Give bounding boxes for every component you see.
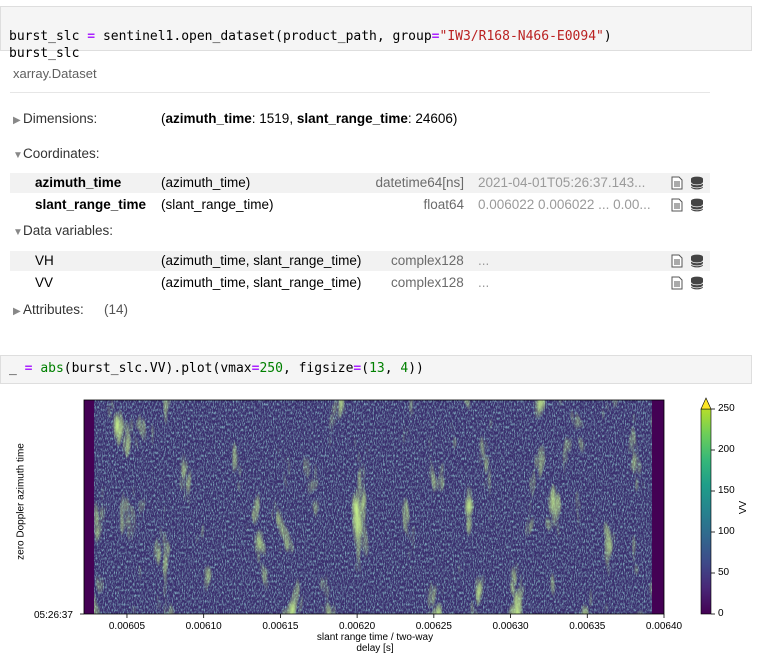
code-text: _ — [9, 361, 25, 376]
var-preview: ... — [478, 275, 490, 290]
triangle-right-icon: ▶ — [13, 306, 21, 317]
colorbar-tick-label: 100 — [718, 526, 735, 537]
dim-name: slant_range_time — [296, 111, 408, 126]
data-variables-section[interactable]: ▼Data variables: — [13, 223, 113, 238]
data-variables-label: Data variables: — [23, 223, 114, 238]
code-string: "IW3/R168-N466-E0094" — [439, 29, 604, 44]
var-name: VH — [35, 253, 54, 268]
var-dtype: complex128 — [391, 275, 464, 290]
y-axis-label: zero Doppler azimuth time — [15, 443, 27, 560]
dim-name: azimuth_time — [165, 111, 252, 126]
x-tick-label: 0.00605 — [108, 621, 146, 632]
code-number: 250 — [259, 361, 283, 376]
code-text: (burst_slc.VV).plot(vmax — [63, 361, 252, 376]
data-var-row[interactable]: VH (azimuth_time, slant_range_time) comp… — [10, 251, 710, 271]
colorbar-label: VV — [738, 500, 750, 515]
file-text-icon[interactable] — [671, 198, 683, 212]
data-var-row[interactable]: VV (azimuth_time, slant_range_time) comp… — [10, 273, 710, 293]
dim-size: : 1519, — [251, 111, 297, 126]
code-cell-open-dataset[interactable]: burst_slc = sentinel1.open_dataset(produ… — [0, 6, 752, 61]
file-text-icon[interactable] — [671, 254, 683, 268]
dim-size: : 24606) — [407, 111, 458, 126]
code-text: ( — [361, 361, 370, 376]
database-icon[interactable] — [690, 198, 704, 212]
x-axis-label-line2: delay [s] — [356, 643, 394, 654]
coordinates-section[interactable]: ▼Coordinates: — [13, 146, 100, 161]
code-var: burst_slc — [9, 29, 80, 44]
heatmap-plot: 05:26:37 zero Doppler azimuth time slant… — [0, 392, 760, 664]
divider — [10, 92, 710, 93]
coord-row[interactable]: azimuth_time (azimuth_time) datetime64[n… — [10, 173, 710, 193]
colorbar-tick-label: 0 — [718, 608, 724, 619]
x-tick-label: 0.00640 — [645, 621, 683, 632]
colorbar-extend-arrow — [700, 397, 712, 410]
attributes-count: (14) — [104, 302, 129, 317]
coord-row[interactable]: slant_range_time (slant_range_time) floa… — [10, 195, 710, 215]
coordinates-label: Coordinates: — [23, 146, 100, 161]
code-cell-plot[interactable]: _ = abs(burst_slc.VV).plot(vmax=250, fig… — [0, 355, 752, 384]
code-text: , — [384, 361, 401, 376]
database-icon[interactable] — [690, 254, 704, 268]
x-axis-label-line1: slant range time / two-way — [316, 632, 434, 643]
x-tick-label: 0.00610 — [185, 621, 222, 632]
file-text-icon[interactable] — [671, 176, 683, 190]
var-name: azimuth_time — [35, 175, 122, 190]
x-tick-label: 0.00630 — [492, 621, 529, 632]
code-line-2: burst_slc — [9, 46, 80, 61]
database-icon[interactable] — [690, 276, 704, 290]
colorbar-tick-label: 200 — [718, 444, 735, 455]
var-dtype: float64 — [423, 197, 464, 212]
dimensions-label: Dimensions: — [23, 111, 98, 126]
code-op: = — [87, 29, 96, 44]
x-tick-label: 0.00625 — [415, 621, 452, 632]
triangle-right-icon: ▶ — [13, 115, 21, 126]
dimensions-section[interactable]: ▶ Dimensions: — [13, 111, 97, 126]
x-tick-label: 0.00635 — [569, 621, 606, 632]
code-op: = — [431, 29, 440, 44]
colorbar-tick-label: 250 — [718, 403, 735, 414]
triangle-down-icon: ▼ — [13, 150, 23, 161]
attributes-label: Attributes: — [23, 302, 84, 317]
var-dims: (azimuth_time, slant_range_time) — [161, 253, 362, 268]
database-icon[interactable] — [690, 176, 704, 190]
triangle-down-icon: ▼ — [13, 227, 23, 238]
file-text-icon[interactable] — [671, 276, 683, 290]
colorbar-tick-label: 150 — [718, 485, 735, 496]
x-axis-ticks — [126, 614, 665, 618]
colorbar-ticks — [711, 408, 715, 615]
heatmap-image — [84, 400, 664, 614]
x-tick-label: 0.00615 — [262, 621, 299, 632]
code-builtin: abs — [40, 361, 64, 376]
var-preview: ... — [478, 253, 490, 268]
var-dtype: datetime64[ns] — [375, 175, 464, 190]
code-call: sentinel1.open_dataset(product_path, gro… — [102, 29, 432, 44]
var-dims: (slant_range_time) — [161, 197, 274, 212]
code-paren: ) — [603, 29, 612, 44]
attributes-section[interactable]: ▶ Attributes: — [13, 302, 84, 317]
code-number: 13 — [369, 361, 385, 376]
colorbar — [700, 408, 712, 615]
var-preview: 2021-04-01T05:26:37.143... — [478, 175, 646, 190]
var-dtype: complex128 — [391, 253, 464, 268]
colorbar-tick-label: 50 — [718, 567, 730, 578]
x-tick-label: 0.00620 — [339, 621, 376, 632]
dataset-title: xarray.Dataset — [13, 66, 97, 81]
var-name: slant_range_time — [35, 197, 147, 212]
dimensions-values: (azimuth_time: 1519, slant_range_time: 2… — [161, 111, 457, 126]
y-tick-label: 05:26:37 — [34, 610, 73, 621]
code-text: )) — [408, 361, 424, 376]
var-preview: 0.006022 0.006022 ... 0.00... — [478, 197, 651, 212]
var-name: VV — [35, 275, 54, 290]
code-text: , figsize — [282, 361, 354, 376]
var-dims: (azimuth_time) — [161, 175, 251, 190]
var-dims: (azimuth_time, slant_range_time) — [161, 275, 362, 290]
